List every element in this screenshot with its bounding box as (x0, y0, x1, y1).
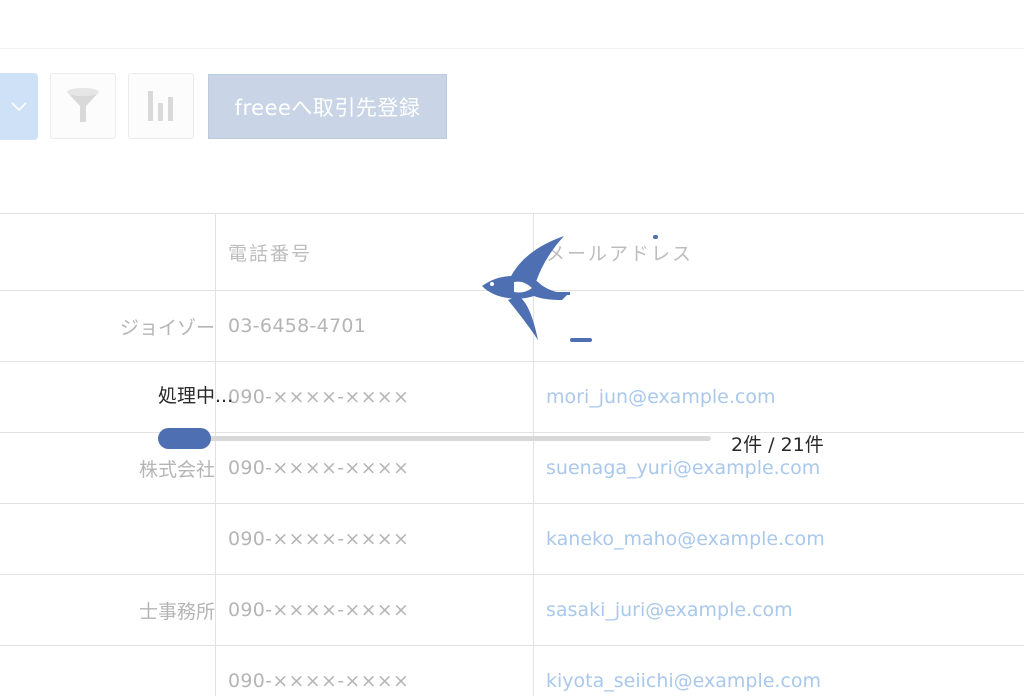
logo-dot (653, 235, 658, 239)
cell-email[interactable]: mori_jun@example.com (546, 362, 775, 432)
cell-phone: 090-××××-×××× (228, 599, 410, 621)
dropdown-button[interactable] (0, 73, 38, 140)
cell-email[interactable]: kiyota_seiichi@example.com (546, 646, 821, 696)
cell-phone: 090-××××-×××× (228, 457, 410, 479)
processing-label: 処理中... (158, 385, 234, 407)
table-row[interactable]: 090-××××-×××× kiyota_seiichi@example.com (0, 646, 1024, 696)
progress-fill (158, 428, 211, 449)
progress-bar (158, 428, 711, 449)
swallow-logo-icon (482, 236, 592, 342)
table-row[interactable]: 090-××××-×××× kaneko_maho@example.com (0, 504, 1024, 575)
table-row[interactable]: 株式会社 090-××××-×××× suenaga_yuri@example.… (0, 433, 1024, 504)
bar-chart-icon (148, 91, 173, 121)
cell-phone: 03-6458-4701 (228, 315, 367, 337)
column-header-name (0, 214, 215, 290)
cell-phone: 090-××××-×××× (228, 386, 410, 408)
cell-email[interactable]: sasaki_juri@example.com (546, 575, 793, 645)
column-header-phone: 電話番号 (228, 242, 313, 265)
chevron-down-icon (11, 101, 27, 111)
cell-name (0, 646, 215, 696)
header-divider (0, 48, 1024, 49)
table-row[interactable]: 090-××××-×××× mori_jun@example.com (0, 362, 1024, 433)
table-row[interactable]: 士事務所 090-××××-×××× sasaki_juri@example.c… (0, 575, 1024, 646)
cell-name: ジョイゾー (119, 316, 215, 339)
filter-button[interactable] (50, 73, 116, 139)
column-divider (215, 213, 216, 696)
cell-name (0, 504, 215, 574)
register-freee-button[interactable]: freeeへ取引先登録 (208, 74, 447, 139)
page: freeeへ取引先登録 電話番号 メールアドレス ジョイゾー 03-6458-4… (0, 0, 1024, 696)
filter-icon (67, 88, 99, 122)
cell-name: 士事務所 (138, 600, 215, 623)
cell-phone: 090-××××-×××× (228, 528, 410, 550)
cell-phone: 090-××××-×××× (228, 670, 410, 692)
progress-count: 2件 / 21件 (731, 434, 824, 456)
chart-button[interactable] (128, 73, 194, 139)
cell-email[interactable]: kaneko_maho@example.com (546, 504, 825, 574)
